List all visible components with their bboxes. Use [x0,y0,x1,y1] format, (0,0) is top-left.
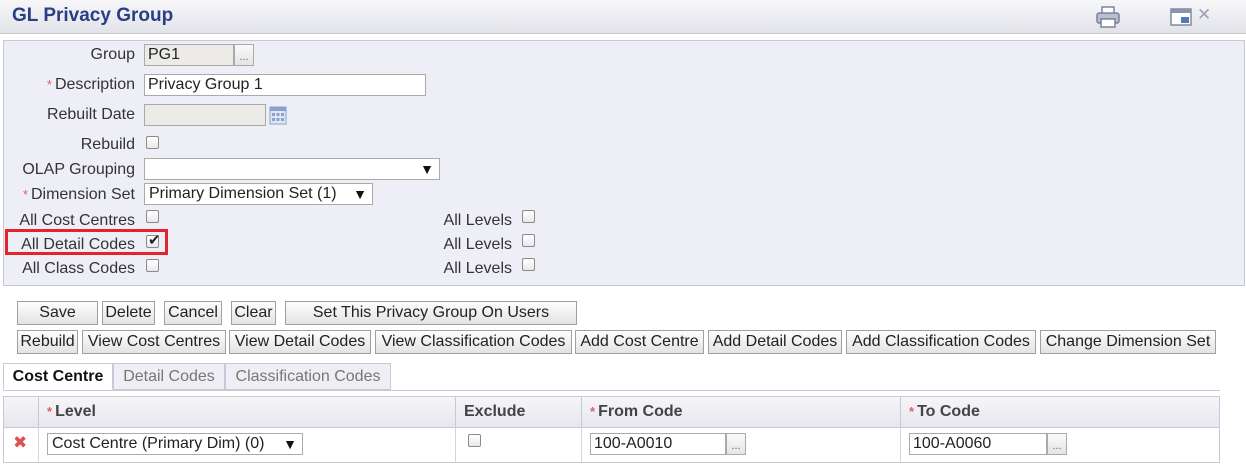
rebuild-checkbox[interactable] [146,136,159,149]
all-levels-label: All Levels [443,260,512,277]
view-detail-codes-button[interactable]: View Detail Codes [229,330,371,354]
chevron-down-icon: ▼ [420,161,434,177]
chevron-down-icon: ▼ [283,436,297,452]
all-class-codes-checkbox[interactable] [146,259,159,272]
view-cost-centres-button[interactable]: View Cost Centres [82,330,226,354]
change-dimension-set-button[interactable]: Change Dimension Set [1040,330,1216,354]
add-cost-centre-button[interactable]: Add Cost Centre [575,330,704,354]
view-classification-codes-button[interactable]: View Classification Codes [375,330,572,354]
from-code-column-header[interactable]: * From Code [581,397,902,427]
window-icon[interactable] [1169,6,1195,28]
from-code-lookup-button[interactable]: ... [726,433,746,455]
description-label: * Description [46,76,135,93]
grid-divider [38,427,39,462]
grid-header: * Level Exclude * From Code * To Code [4,397,1219,428]
calendar-icon[interactable] [269,105,287,125]
privacy-group-form: Group PG1 ... * Description Privacy Group… [3,40,1245,286]
olap-grouping-label: OLAP Grouping [22,161,135,178]
olap-grouping-select[interactable]: ▼ [144,158,440,180]
cost-centre-grid: * Level Exclude * From Code * To Code ✖ Cos… [3,396,1220,463]
rebuilt-date-field[interactable] [144,104,266,126]
required-icon: * [46,77,52,92]
required-icon: * [47,404,53,419]
tab-detail-codes[interactable]: Detail Codes [113,363,225,390]
dimension-set-label: * Dimension Set [22,186,135,203]
grid-divider [900,427,901,462]
rebuild-label: Rebuild [80,136,135,153]
set-privacy-group-on-users-button[interactable]: Set This Privacy Group On Users [285,301,577,325]
cancel-button[interactable]: Cancel [164,301,222,325]
to-code-column-header[interactable]: * To Code [900,397,1219,427]
highlight-box [5,229,168,255]
all-levels-label: All Levels [443,212,512,229]
save-button[interactable]: Save [17,301,98,325]
group-lookup-button[interactable]: ... [234,44,254,66]
add-detail-codes-button[interactable]: Add Detail Codes [708,330,842,354]
close-icon[interactable]: ✕ [1197,5,1211,25]
required-icon: * [22,187,28,202]
to-code-field[interactable]: 100-A0060 [909,433,1047,455]
delete-button[interactable]: Delete [102,301,155,325]
all-cost-centres-label: All Cost Centres [19,212,135,229]
tab-classification-codes[interactable]: Classification Codes [225,363,391,390]
all-levels-cost-centres-checkbox[interactable] [522,210,535,223]
window-title: GL Privacy Group [12,5,174,26]
all-class-codes-label: All Class Codes [22,260,135,277]
rebuild-button[interactable]: Rebuild [17,330,78,354]
group-label: Group [90,46,135,63]
to-code-lookup-button[interactable]: ... [1047,433,1067,455]
exclude-checkbox[interactable] [468,434,481,447]
required-icon: * [909,404,915,419]
group-field[interactable]: PG1 [144,44,234,66]
rebuilt-date-label: Rebuilt Date [46,106,135,123]
all-levels-class-codes-checkbox[interactable] [522,258,535,271]
all-levels-label: All Levels [443,236,512,253]
level-select[interactable]: Cost Centre (Primary Dim) (0) ▼ [47,433,303,455]
level-column-header[interactable]: * Level [38,397,464,427]
description-field[interactable]: Privacy Group 1 [144,74,426,96]
tab-strip: Cost Centre Detail Codes Classification … [3,363,1220,391]
grid-divider [455,427,456,462]
window-titlebar: GL Privacy Group ✕ [0,0,1246,34]
from-code-field[interactable]: 100-A0010 [590,433,726,455]
chevron-down-icon: ▼ [353,186,367,202]
delete-row-icon[interactable]: ✖ [13,433,27,453]
add-classification-codes-button[interactable]: Add Classification Codes [846,330,1036,354]
all-cost-centres-checkbox[interactable] [146,210,159,223]
tab-cost-centre[interactable]: Cost Centre [3,363,113,390]
printer-icon[interactable] [1095,6,1121,28]
clear-button[interactable]: Clear [231,301,276,325]
required-icon: * [590,404,596,419]
grid-divider [581,427,582,462]
all-levels-detail-codes-checkbox[interactable] [522,234,535,247]
exclude-column-header[interactable]: Exclude [455,397,590,427]
dimension-set-select[interactable]: Primary Dimension Set (1) ▼ [144,183,373,205]
